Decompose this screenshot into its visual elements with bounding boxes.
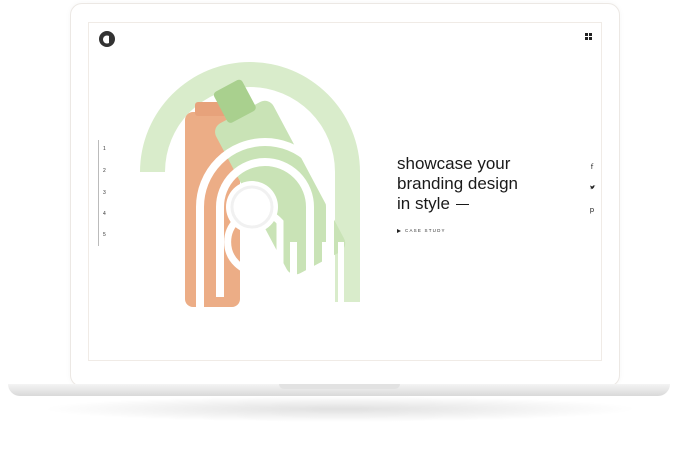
case-study-label: CASE STUDY <box>405 228 446 233</box>
slide-nav-item-4[interactable]: 4 <box>103 211 107 217</box>
headline-line-1: showcase your <box>397 154 511 173</box>
slide-nav-item-2[interactable]: 2 <box>103 168 107 174</box>
twitter-icon[interactable] <box>587 184 597 194</box>
laptop-shadow <box>40 396 640 422</box>
facebook-icon[interactable]: f <box>587 162 597 172</box>
headline-line-2: branding design <box>397 174 518 193</box>
slide-nav-item-3[interactable]: 3 <box>103 190 107 196</box>
pinterest-icon[interactable]: p <box>587 205 597 215</box>
slide-navigation: 1 2 3 4 5 <box>98 140 119 246</box>
play-icon <box>397 228 401 233</box>
case-study-link[interactable]: CASE STUDY <box>397 228 446 233</box>
hero-artwork <box>140 62 360 307</box>
headline-dash <box>455 204 469 206</box>
slide-nav-item-5[interactable]: 5 <box>103 232 107 238</box>
grid-menu-icon[interactable] <box>585 33 592 40</box>
laptop-base-notch <box>279 384 400 389</box>
slide-nav-item-1[interactable]: 1 <box>103 146 107 152</box>
headline-line-3: in style <box>397 194 450 213</box>
hero-headline: showcase your branding design in style <box>397 154 567 214</box>
brand-logo-icon[interactable] <box>98 30 116 48</box>
